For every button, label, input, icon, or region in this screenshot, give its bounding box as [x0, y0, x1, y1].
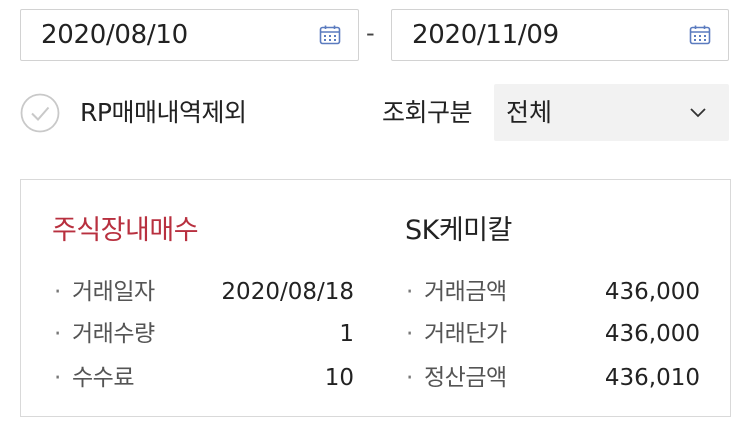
bullet: ·: [54, 279, 62, 305]
date-range-separator: -: [366, 19, 375, 47]
chevron-down-icon: [690, 108, 706, 118]
field-label: 거래일자: [72, 279, 155, 305]
field-trade-date: · 거래일자 2020/08/18: [54, 274, 354, 310]
bullet: ·: [54, 365, 62, 391]
query-type-select[interactable]: 전체: [494, 84, 729, 141]
field-value: 2020/08/18: [221, 279, 354, 305]
trade-record-card[interactable]: 주식장내매수 SK케미칼 · 거래일자 2020/08/18 · 거래수량 1 …: [20, 179, 731, 417]
end-date-field[interactable]: 2020/11/09: [391, 9, 729, 61]
field-label: 거래수량: [72, 321, 155, 347]
field-label: 수수료: [72, 365, 134, 391]
field-label: 거래금액: [424, 279, 507, 305]
field-settlement-amount: · 정산금액 436,010: [406, 360, 700, 396]
bullet: ·: [406, 365, 414, 391]
calendar-icon[interactable]: [318, 23, 342, 47]
exclude-rp-checkbox[interactable]: [20, 93, 60, 133]
exclude-rp-label[interactable]: RP매매내역제외: [80, 94, 247, 132]
field-unit-price: · 거래단가 436,000: [406, 316, 700, 352]
field-commission: · 수수료 10: [54, 360, 354, 396]
start-date-field[interactable]: 2020/08/10: [20, 9, 359, 61]
field-value: 436,010: [604, 365, 700, 391]
field-value: 436,000: [604, 279, 700, 305]
field-value: 436,000: [604, 321, 700, 347]
start-date-text: 2020/08/10: [41, 20, 188, 50]
field-trade-amount: · 거래금액 436,000: [406, 274, 700, 310]
field-trade-quantity: · 거래수량 1: [54, 316, 354, 352]
query-type-value: 전체: [506, 98, 553, 127]
calendar-icon[interactable]: [688, 23, 712, 47]
trade-history-screen: 2020/08/10 - 2020/11/09 RP매매내역제외 조회구분 전체…: [0, 0, 750, 432]
field-label: 거래단가: [424, 321, 507, 347]
bullet: ·: [54, 321, 62, 347]
field-label: 정산금액: [424, 365, 507, 391]
field-value: 10: [324, 365, 354, 391]
stock-name: SK케미칼: [405, 215, 512, 246]
bullet: ·: [406, 279, 414, 305]
query-type-label: 조회구분: [382, 98, 473, 127]
end-date-text: 2020/11/09: [412, 20, 559, 50]
field-value: 1: [339, 321, 354, 347]
bullet: ·: [406, 321, 414, 347]
trade-type-title: 주식장내매수: [52, 215, 199, 246]
